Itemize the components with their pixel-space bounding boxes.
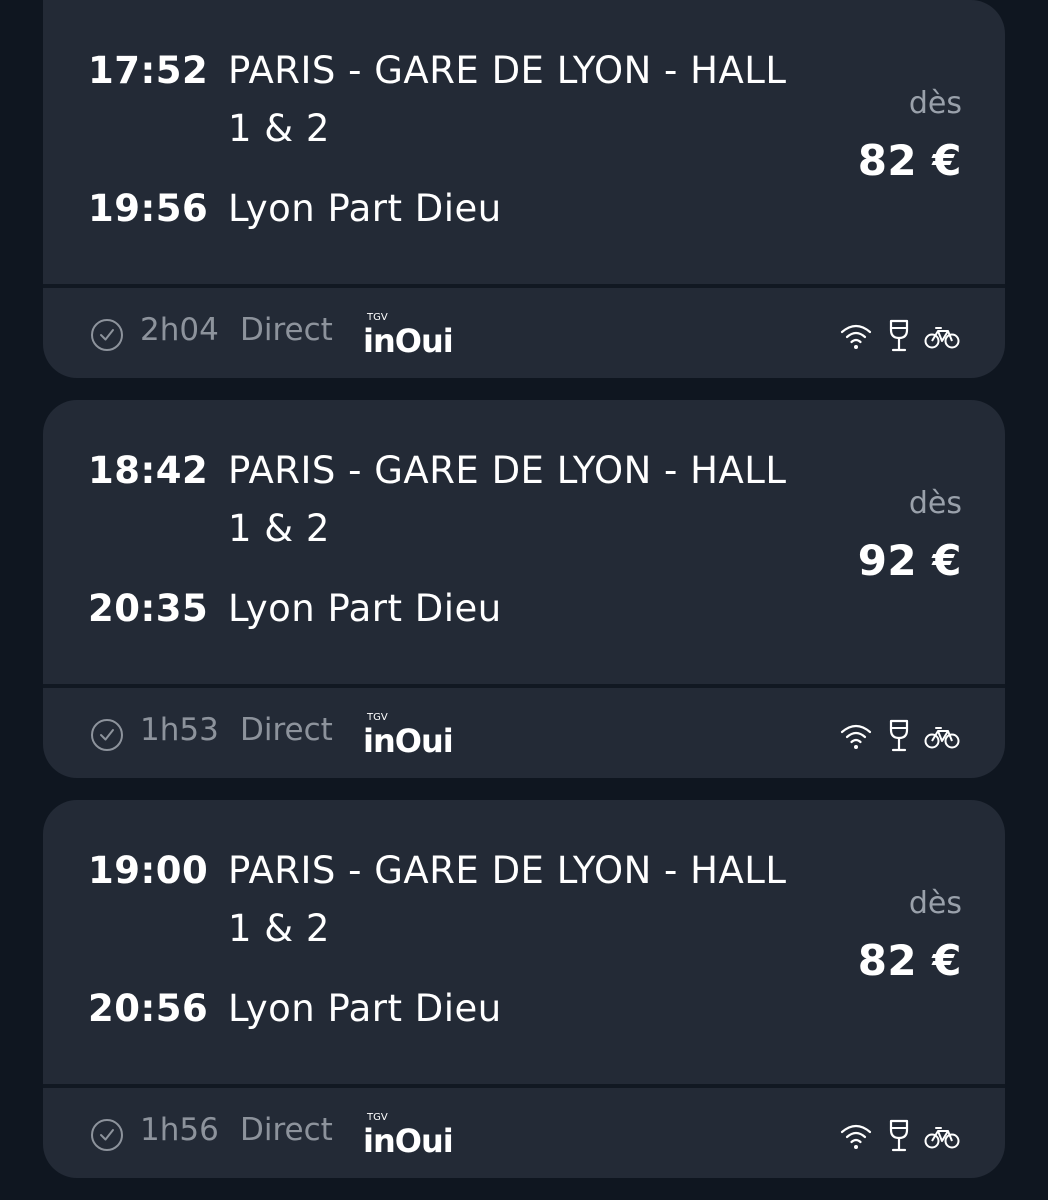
duration: 1h53: [140, 712, 219, 748]
train-result-card[interactable]: 19:00 PARIS - GARE DE LYON - HALL 1 & 2 …: [43, 800, 1005, 1178]
departure-station-line1: PARIS - GARE DE LYON - HALL: [228, 49, 787, 92]
departure-row: 17:52 PARIS - GARE DE LYON - HALL 1 & 2: [88, 42, 868, 158]
arrival-row: 20:35 Lyon Part Dieu: [88, 580, 868, 638]
train-results-list: 17:52 PARIS - GARE DE LYON - HALL 1 & 2 …: [0, 0, 1048, 1200]
departure-station-line1: PARIS - GARE DE LYON - HALL: [228, 449, 787, 492]
wifi-icon: [840, 724, 872, 749]
train-result-card[interactable]: 17:52 PARIS - GARE DE LYON - HALL 1 & 2 …: [43, 0, 1005, 378]
price-prefix: dès: [908, 886, 962, 921]
connection-type: Direct: [240, 712, 333, 748]
bar-wine-glass-icon: [889, 319, 909, 352]
arrival-station: Lyon Part Dieu: [228, 987, 502, 1030]
departure-station: PARIS - GARE DE LYON - HALL 1 & 2: [228, 442, 868, 558]
departure-station-line2: 1 & 2: [228, 107, 330, 150]
arrival-time: 20:56: [88, 987, 209, 1030]
tgv-inoui-logo: TGV inOui: [363, 712, 454, 758]
arrival-row: 20:56 Lyon Part Dieu: [88, 980, 868, 1038]
departure-time: 17:52: [88, 49, 209, 92]
departure-station: PARIS - GARE DE LYON - HALL 1 & 2: [228, 842, 868, 958]
departure-time: 18:42: [88, 449, 209, 492]
amenities: [836, 716, 962, 756]
wifi-icon: [840, 324, 872, 349]
departure-time: 19:00: [88, 849, 209, 892]
price-prefix: dès: [908, 486, 962, 521]
wifi-icon: [840, 1124, 872, 1149]
train-result-main[interactable]: 18:42 PARIS - GARE DE LYON - HALL 1 & 2 …: [43, 400, 1005, 682]
train-result-main[interactable]: 17:52 PARIS - GARE DE LYON - HALL 1 & 2 …: [43, 0, 1005, 282]
arrival-time: 20:35: [88, 587, 209, 630]
svg-text:inOui: inOui: [363, 722, 453, 758]
svg-text:inOui: inOui: [363, 1122, 453, 1158]
arrival-station: Lyon Part Dieu: [228, 587, 502, 630]
clock-icon: [91, 1119, 123, 1151]
bicycle-icon: [924, 727, 960, 749]
amenities: [836, 316, 962, 356]
connection-type: Direct: [240, 1112, 333, 1148]
clock-icon: [91, 319, 123, 351]
price: 92 €: [857, 536, 962, 585]
price: 82 €: [857, 136, 962, 185]
departure-station: PARIS - GARE DE LYON - HALL 1 & 2: [228, 42, 868, 158]
connection-type: Direct: [240, 312, 333, 348]
departure-row: 19:00 PARIS - GARE DE LYON - HALL 1 & 2: [88, 842, 868, 958]
train-result-main[interactable]: 19:00 PARIS - GARE DE LYON - HALL 1 & 2 …: [43, 800, 1005, 1082]
bar-wine-glass-icon: [889, 719, 909, 752]
tgv-inoui-logo: TGV inOui: [363, 312, 454, 358]
train-result-footer: 1h56 Direct TGV inOui: [43, 1088, 1005, 1178]
train-result-footer: 1h53 Direct TGV inOui: [43, 688, 1005, 778]
arrival-row: 19:56 Lyon Part Dieu: [88, 180, 868, 238]
train-result-card[interactable]: 18:42 PARIS - GARE DE LYON - HALL 1 & 2 …: [43, 400, 1005, 778]
svg-text:inOui: inOui: [363, 322, 453, 358]
tgv-inoui-logo: TGV inOui: [363, 1112, 454, 1158]
departure-station-line1: PARIS - GARE DE LYON - HALL: [228, 849, 787, 892]
bicycle-icon: [924, 1127, 960, 1149]
clock-icon: [91, 719, 123, 751]
departure-row: 18:42 PARIS - GARE DE LYON - HALL 1 & 2: [88, 442, 868, 558]
bicycle-icon: [924, 327, 960, 349]
arrival-time: 19:56: [88, 187, 209, 230]
departure-station-line2: 1 & 2: [228, 507, 330, 550]
arrival-station: Lyon Part Dieu: [228, 187, 502, 230]
duration: 2h04: [140, 312, 219, 348]
bar-wine-glass-icon: [889, 1119, 909, 1152]
amenities: [836, 1116, 962, 1156]
price-prefix: dès: [908, 86, 962, 121]
departure-station-line2: 1 & 2: [228, 907, 330, 950]
duration: 1h56: [140, 1112, 219, 1148]
price: 82 €: [857, 936, 962, 985]
train-result-footer: 2h04 Direct TGV inOui: [43, 288, 1005, 378]
